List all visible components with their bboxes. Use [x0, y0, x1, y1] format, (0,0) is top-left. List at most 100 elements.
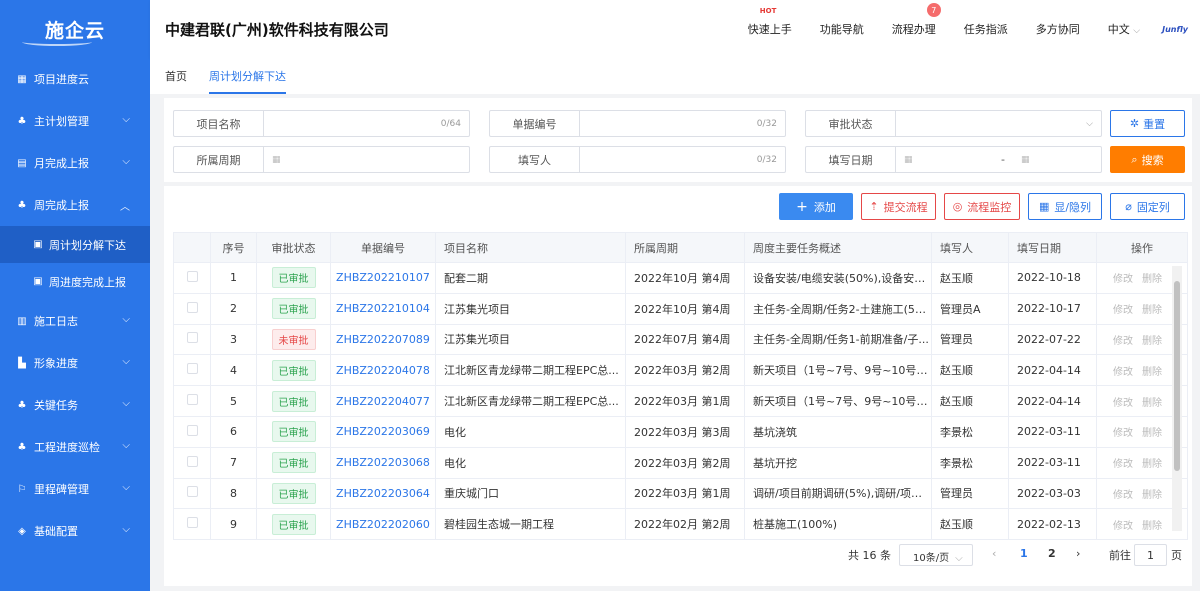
row-project: 江北新区青龙绿带二期工程EPC总...	[435, 354, 626, 387]
edit-button[interactable]: 修改	[1113, 305, 1133, 316]
period-input[interactable]: ▦	[264, 147, 469, 172]
doc-no-input[interactable]: 0/32	[580, 111, 785, 136]
delete-button[interactable]: 删除	[1142, 305, 1162, 316]
delete-button[interactable]: 删除	[1142, 521, 1162, 532]
row-code-link[interactable]: ZHBZ202207089	[330, 323, 436, 356]
row-code-link[interactable]: ZHBZ202203064	[330, 477, 436, 510]
row-checkbox[interactable]	[186, 301, 198, 313]
layers-icon: ◈	[18, 525, 26, 537]
row-checkbox[interactable]	[186, 394, 198, 406]
chevron-down-icon: ⌵	[122, 524, 130, 535]
filler-input[interactable]: 0/32	[580, 147, 785, 172]
chevron-down-icon: ⌵	[122, 398, 130, 409]
nav-function-guide[interactable]: 功能导航	[820, 21, 864, 37]
edit-button[interactable]: 修改	[1113, 459, 1133, 470]
delete-button[interactable]: 删除	[1142, 398, 1162, 409]
table-scrollbar[interactable]	[1172, 266, 1182, 531]
delete-button[interactable]: 删除	[1142, 336, 1162, 347]
nav-collaboration[interactable]: 多方协同	[1036, 21, 1080, 37]
sidebar-item-key-tasks[interactable]: ♣ 关键任务 ⌵	[0, 384, 150, 426]
search-button[interactable]: ⌕ 搜索	[1110, 146, 1185, 173]
delete-button[interactable]: 删除	[1142, 428, 1162, 439]
calendar-icon: ▣	[33, 239, 43, 250]
goto-page-input[interactable]: 1	[1134, 544, 1167, 566]
row-checkbox[interactable]	[186, 486, 198, 498]
chevron-down-icon: ⌵	[122, 482, 130, 493]
tab-weekly-plan[interactable]: 周计划分解下达	[209, 58, 286, 94]
edit-button[interactable]: 修改	[1113, 490, 1133, 501]
table-row: 8 已审批 ZHBZ202203064 重庆城门口 2022年03月 第1周 调…	[173, 477, 1188, 510]
next-page-button[interactable]: ›	[1076, 547, 1080, 560]
sidebar-item-base-config[interactable]: ◈ 基础配置 ⌵	[0, 510, 150, 552]
project-name-input[interactable]: 0/64	[264, 111, 469, 136]
sidebar: 施企云 ▦ 项目进度云 ♣ 主计划管理 ⌵ ▤ 月完成上报 ⌵ ♣ 周完成上报 ︿ ▣ 周计划分…	[0, 0, 150, 591]
page-size-select[interactable]: 10条/页 ⌵	[899, 544, 973, 566]
header-period: 所属周期	[625, 232, 745, 263]
row-checkbox[interactable]	[186, 363, 198, 375]
table-row: 2 已审批 ZHBZ202210104 江苏集光项目 2022年10月 第4周 …	[173, 292, 1188, 325]
row-code-link[interactable]: ZHBZ202204077	[330, 385, 436, 417]
row-checkbox[interactable]	[186, 424, 198, 436]
edit-button[interactable]: 修改	[1113, 274, 1133, 285]
table-row: 4 已审批 ZHBZ202204078 江北新区青龙绿带二期工程EPC总... …	[173, 354, 1188, 387]
reset-button[interactable]: ✲ 重置	[1110, 110, 1185, 137]
sidebar-item-image-progress[interactable]: ▙ 形象进度 ⌵	[0, 342, 150, 384]
prev-page-button[interactable]: ‹	[992, 547, 996, 560]
sidebar-item-inspection[interactable]: ♣ 工程进度巡检 ⌵	[0, 426, 150, 468]
add-button[interactable]: + 添加	[779, 193, 853, 220]
edit-button[interactable]: 修改	[1113, 398, 1133, 409]
delete-button[interactable]: 删除	[1142, 367, 1162, 378]
page-1[interactable]: 1	[1020, 547, 1028, 560]
row-status: 已审批	[256, 385, 331, 417]
row-code-link[interactable]: ZHBZ202202060	[330, 508, 436, 541]
row-code-link[interactable]: ZHBZ202203069	[330, 415, 436, 448]
row-code-link[interactable]: ZHBZ202210107	[330, 262, 436, 294]
delete-button[interactable]: 删除	[1142, 459, 1162, 470]
nav-quick-start[interactable]: HOT 快速上手	[748, 7, 792, 37]
row-period: 2022年10月 第4周	[625, 262, 745, 294]
edit-button[interactable]: 修改	[1113, 521, 1133, 532]
edit-button[interactable]: 修改	[1113, 428, 1133, 439]
fix-columns-button[interactable]: ⌀ 固定列	[1110, 193, 1185, 220]
process-monitor-button[interactable]: ◎ 流程监控	[944, 193, 1020, 220]
sidebar-item-project-cloud[interactable]: ▦ 项目进度云	[0, 58, 150, 100]
language-select[interactable]: 中文 ⌵	[1108, 21, 1140, 37]
sidebar-item-master-plan[interactable]: ♣ 主计划管理 ⌵	[0, 100, 150, 142]
calendar-icon: ▦	[272, 154, 281, 165]
date-range-input[interactable]: ▦ - ▦	[896, 147, 1101, 172]
row-no: 1	[210, 262, 257, 294]
sidebar-item-weekly-report[interactable]: ♣ 周完成上报 ︿	[0, 184, 150, 226]
nav-process[interactable]: 7 流程办理	[892, 3, 941, 37]
row-checkbox[interactable]	[186, 332, 198, 344]
main-panel: + 添加 ⇡ 提交流程 ◎ 流程监控 ▦ 显/隐列 ⌀ 固定列 序号 审批状态 单据编号 …	[164, 186, 1192, 586]
row-checkbox[interactable]	[186, 455, 198, 467]
sidebar-item-milestone[interactable]: ⚐ 里程碑管理 ⌵	[0, 468, 150, 510]
grid-icon: ▦	[1038, 200, 1050, 213]
company-title: 中建君联(广州)软件科技有限公司	[165, 20, 389, 39]
chevron-down-icon: ⌵	[122, 114, 130, 125]
status-select[interactable]: ⌵	[896, 111, 1101, 136]
sidebar-item-monthly-report[interactable]: ▤ 月完成上报 ⌵	[0, 142, 150, 184]
top-header: 中建君联(广州)软件科技有限公司 HOT 快速上手 功能导航 7 流程办理 任务指派…	[150, 0, 1200, 58]
page-2[interactable]: 2	[1048, 547, 1056, 560]
delete-button[interactable]: 删除	[1142, 490, 1162, 501]
toggle-columns-button[interactable]: ▦ 显/隐列	[1028, 193, 1102, 220]
status-badge: 已审批	[271, 359, 316, 381]
delete-button[interactable]: 删除	[1142, 274, 1162, 285]
tab-home[interactable]: 首页	[165, 58, 187, 94]
sidebar-subitem-weekly-plan[interactable]: ▣ 周计划分解下达	[0, 226, 150, 263]
submit-process-button[interactable]: ⇡ 提交流程	[861, 193, 936, 220]
sidebar-subitem-weekly-progress[interactable]: ▣ 周进度完成上报	[0, 263, 150, 300]
sitemap-icon: ♣	[17, 199, 27, 211]
row-code-link[interactable]: ZHBZ202203068	[330, 446, 436, 479]
row-code-link[interactable]: ZHBZ202204078	[330, 354, 436, 387]
edit-button[interactable]: 修改	[1113, 336, 1133, 347]
row-checkbox[interactable]	[186, 270, 198, 282]
nav-task-assign[interactable]: 任务指派	[964, 21, 1008, 37]
row-checkbox[interactable]	[186, 517, 198, 529]
row-no: 4	[210, 354, 257, 387]
edit-button[interactable]: 修改	[1113, 367, 1133, 378]
row-code-link[interactable]: ZHBZ202210104	[330, 292, 436, 325]
scrollbar-thumb[interactable]	[1174, 281, 1180, 471]
sidebar-item-construction-log[interactable]: ▥ 施工日志 ⌵	[0, 300, 150, 342]
